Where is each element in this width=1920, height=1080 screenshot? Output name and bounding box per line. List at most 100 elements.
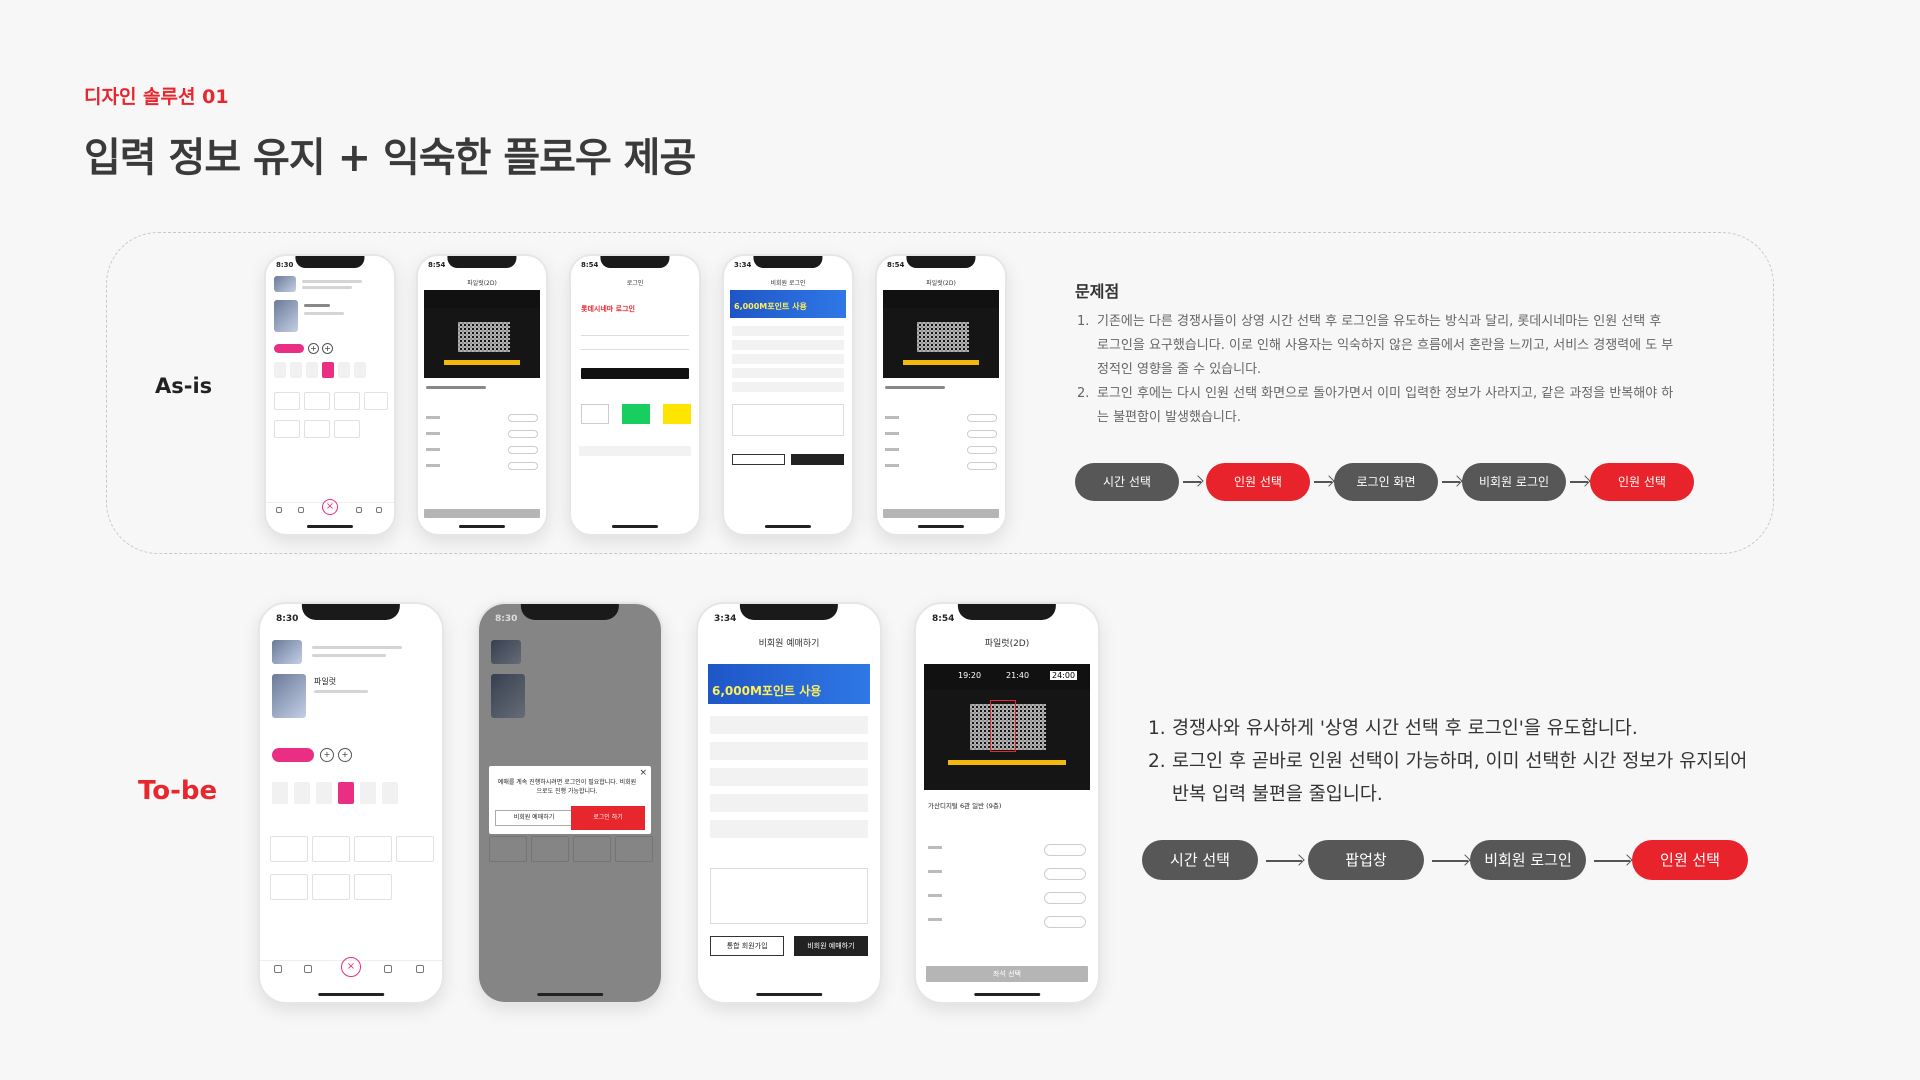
nav-home-icon[interactable]: [274, 965, 282, 973]
password-field[interactable]: [732, 368, 844, 378]
seat-grid: [458, 322, 510, 352]
kakao-icon[interactable]: [663, 404, 691, 424]
guest-button[interactable]: [791, 454, 844, 465]
count-stepper[interactable]: [508, 446, 538, 454]
name-field[interactable]: [732, 326, 844, 336]
seat-select-button[interactable]: [424, 509, 540, 518]
screen-title: 파일럿(2D): [467, 280, 497, 287]
date-item[interactable]: [316, 782, 332, 804]
add-icon[interactable]: +: [338, 748, 352, 762]
flow-step: 시간 선택: [1075, 463, 1179, 501]
date-item[interactable]: [354, 362, 366, 378]
count-stepper[interactable]: [508, 462, 538, 470]
signup-button[interactable]: 통합 회원가입: [710, 936, 785, 956]
password-field[interactable]: [710, 794, 868, 812]
count-stepper[interactable]: [1044, 844, 1086, 856]
showtime-card[interactable]: [270, 836, 308, 862]
date-item[interactable]: [272, 782, 288, 804]
status-time: 8:54: [932, 614, 955, 624]
cinema-name: [885, 386, 945, 389]
guest-field[interactable]: [579, 446, 691, 456]
login-button[interactable]: [581, 368, 689, 379]
count-stepper[interactable]: [967, 446, 997, 454]
nav-home-icon[interactable]: [276, 507, 282, 513]
showtime-card[interactable]: [274, 392, 300, 410]
time-option[interactable]: 19:20: [958, 671, 981, 680]
showtime-card[interactable]: [354, 836, 392, 862]
nav-menu-icon[interactable]: [416, 965, 424, 973]
count-row-teen: [426, 430, 538, 440]
login-button[interactable]: 로그인 하기: [571, 806, 645, 830]
region-chip[interactable]: [272, 748, 314, 762]
time-option[interactable]: 21:40: [1006, 671, 1029, 680]
showtime-card[interactable]: [354, 874, 392, 900]
showtime-card[interactable]: [312, 836, 350, 862]
phone-field[interactable]: [732, 340, 844, 350]
close-icon[interactable]: ×: [639, 768, 647, 778]
date-item-selected[interactable]: [322, 362, 334, 378]
count-stepper[interactable]: [1044, 916, 1086, 928]
count-stepper[interactable]: [967, 462, 997, 470]
seat-select-button[interactable]: 좌석 선택: [926, 966, 1088, 982]
name-field[interactable]: [710, 716, 868, 734]
phone-field[interactable]: [710, 742, 868, 760]
showtime-card[interactable]: [304, 420, 330, 438]
nav-menu-icon[interactable]: [376, 507, 382, 513]
add-icon[interactable]: +: [308, 343, 319, 354]
add-icon[interactable]: +: [322, 343, 333, 354]
time-option-selected[interactable]: 24:00: [1050, 671, 1078, 680]
count-stepper[interactable]: [508, 414, 538, 422]
showtime-card[interactable]: [334, 392, 360, 410]
date-item-selected[interactable]: [338, 782, 354, 804]
button-pair: 통합 회원가입 비회원 예매하기: [710, 936, 868, 956]
date-item[interactable]: [306, 362, 318, 378]
showtime-card[interactable]: [274, 420, 300, 438]
password-input[interactable]: [581, 340, 689, 350]
nav-my-icon[interactable]: [356, 507, 362, 513]
count-stepper[interactable]: [508, 430, 538, 438]
seat-select-button[interactable]: [883, 509, 999, 518]
count-stepper[interactable]: [1044, 868, 1086, 880]
showtime-card[interactable]: [396, 836, 434, 862]
nav-ticket-icon[interactable]: [304, 965, 312, 973]
asis-phone-seat-count: 8:54 파일럿(2D): [416, 254, 548, 536]
count-stepper[interactable]: [1044, 892, 1086, 904]
showtime-card[interactable]: [364, 392, 388, 410]
nav-close-icon[interactable]: ×: [322, 499, 338, 515]
point-banner: 6,000M포인트 사용: [730, 290, 846, 318]
count-stepper[interactable]: [967, 430, 997, 438]
date-item[interactable]: [294, 782, 310, 804]
count-row-disabled: [928, 916, 1086, 928]
count-stepper[interactable]: [967, 414, 997, 422]
seat-map: [924, 690, 1090, 790]
birth-field[interactable]: [710, 768, 868, 786]
date-item[interactable]: [360, 782, 376, 804]
showtime-card[interactable]: [304, 392, 330, 410]
count-row-senior: [426, 446, 538, 456]
guest-booking-button[interactable]: 비회원 예매하기: [495, 810, 573, 826]
showtime-card[interactable]: [270, 874, 308, 900]
password-confirm-field[interactable]: [710, 820, 868, 838]
showtime-card[interactable]: [312, 874, 350, 900]
date-item[interactable]: [274, 362, 286, 378]
banner-text: 6,000M포인트 사용: [734, 302, 807, 311]
nav-my-icon[interactable]: [384, 965, 392, 973]
nav-close-icon[interactable]: ×: [341, 957, 361, 977]
signup-button[interactable]: [732, 454, 785, 465]
nav-ticket-icon[interactable]: [298, 507, 304, 513]
showtime-card[interactable]: [334, 420, 360, 438]
date-item[interactable]: [290, 362, 302, 378]
phone-notch: [739, 604, 839, 620]
date-item[interactable]: [338, 362, 350, 378]
region-chip[interactable]: [274, 344, 304, 353]
naver-icon[interactable]: [622, 404, 650, 424]
date-item[interactable]: [382, 782, 398, 804]
home-indicator: [306, 525, 354, 528]
id-input[interactable]: [581, 326, 689, 336]
password-confirm-field[interactable]: [732, 382, 844, 392]
arrow-icon: [1442, 481, 1460, 483]
guest-booking-button[interactable]: 비회원 예매하기: [793, 936, 868, 956]
add-icon[interactable]: +: [320, 748, 334, 762]
birth-field[interactable]: [732, 354, 844, 364]
face-id-icon[interactable]: [581, 404, 609, 424]
